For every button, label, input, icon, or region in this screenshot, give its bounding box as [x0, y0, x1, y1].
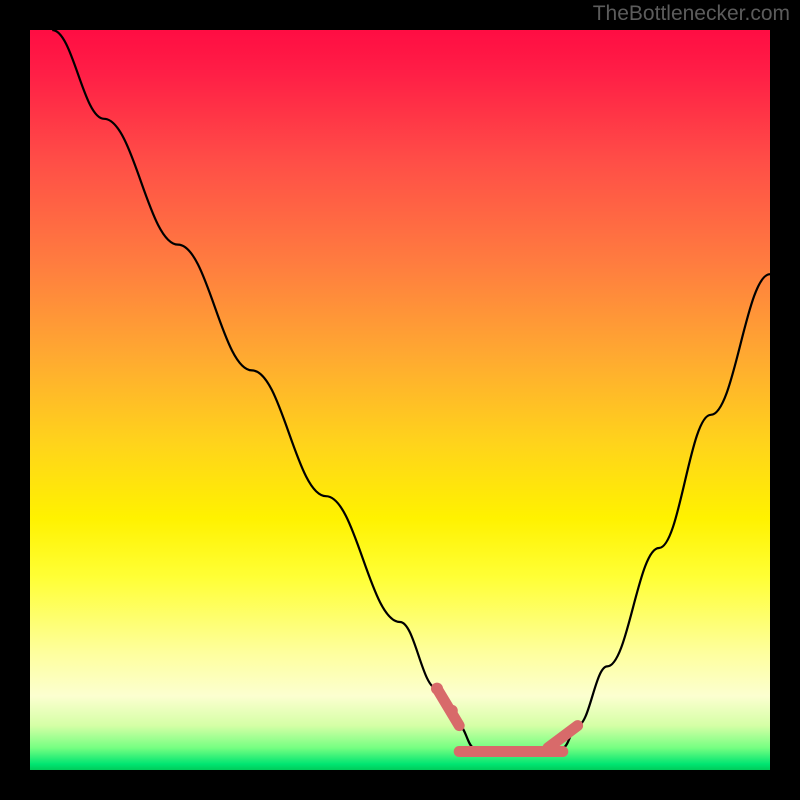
main-curve: [52, 30, 770, 755]
highlight-point: [431, 683, 443, 695]
outer-frame: TheBottlenecker.com: [0, 0, 800, 800]
plot-area: [30, 30, 770, 770]
attribution-text: TheBottlenecker.com: [593, 2, 790, 26]
highlight-segment: [548, 726, 578, 748]
highlight-point: [446, 705, 458, 717]
curve-svg: [30, 30, 770, 770]
highlight-group: [431, 683, 578, 752]
